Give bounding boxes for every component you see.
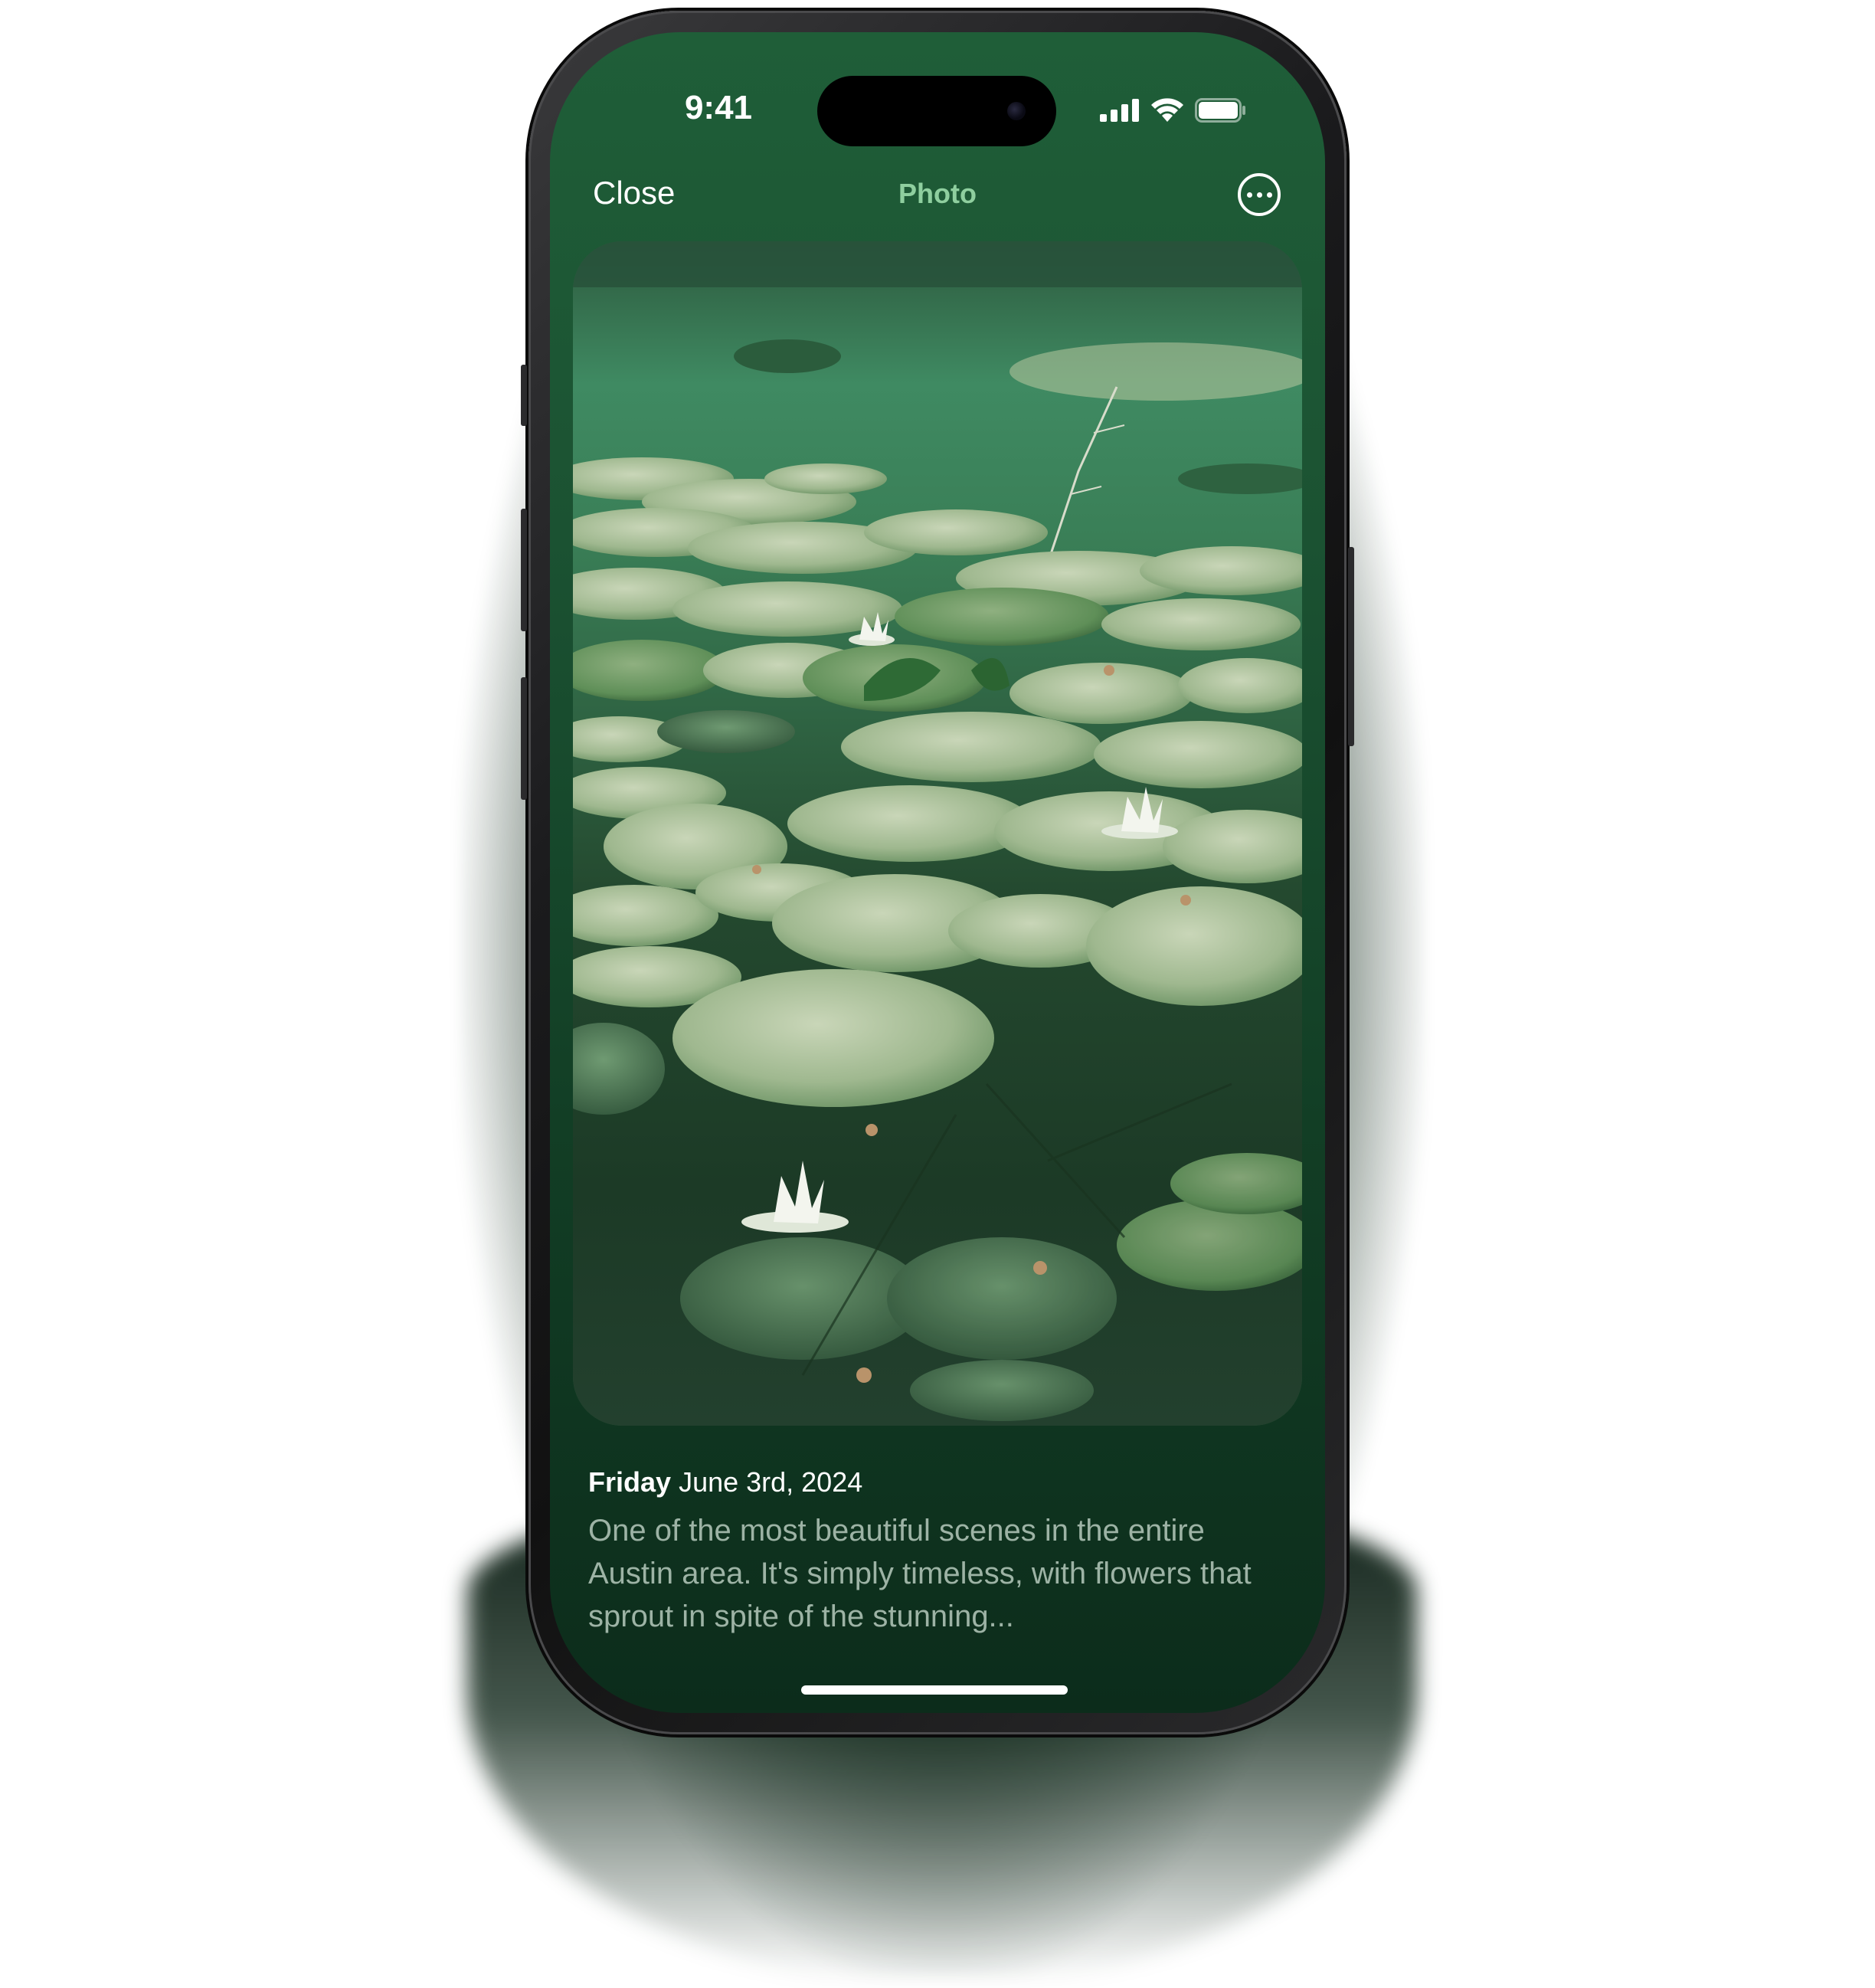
status-time: 9:41 xyxy=(684,89,753,126)
close-button[interactable]: Close xyxy=(593,175,675,211)
action-button xyxy=(521,365,527,426)
photo-date-text: June 3rd, 2024 xyxy=(679,1466,863,1498)
photo-description: One of the most beautiful scenes in the … xyxy=(588,1514,1252,1633)
ellipsis-dot xyxy=(1266,192,1272,198)
home-indicator[interactable] xyxy=(801,1685,1068,1695)
page-title: Photo xyxy=(898,178,977,209)
water-lily-pond-image xyxy=(573,241,1302,1426)
cellular-signal-icon xyxy=(1100,99,1139,122)
photo-image[interactable] xyxy=(573,241,1302,1426)
dynamic-island xyxy=(817,76,1056,146)
camera-icon xyxy=(1007,102,1026,120)
wifi-icon xyxy=(1151,98,1183,122)
photo-weekday: Friday xyxy=(588,1466,672,1498)
power-button xyxy=(1348,547,1354,746)
ellipsis-dot xyxy=(1256,192,1262,198)
status-icons xyxy=(1100,98,1247,123)
screen: 9:41 Close Photo Friday June 3rd, 2024 O… xyxy=(550,32,1325,1713)
ellipsis-circle-icon xyxy=(1246,192,1252,198)
phone-frame: 9:41 Close Photo Friday June 3rd, 2024 O… xyxy=(521,11,1354,1734)
battery-icon xyxy=(1195,98,1245,123)
volume-up-button xyxy=(521,509,527,631)
more-options-button[interactable] xyxy=(1238,173,1281,216)
photo-date: Friday June 3rd, 2024 xyxy=(588,1466,862,1498)
volume-down-button xyxy=(521,677,527,800)
